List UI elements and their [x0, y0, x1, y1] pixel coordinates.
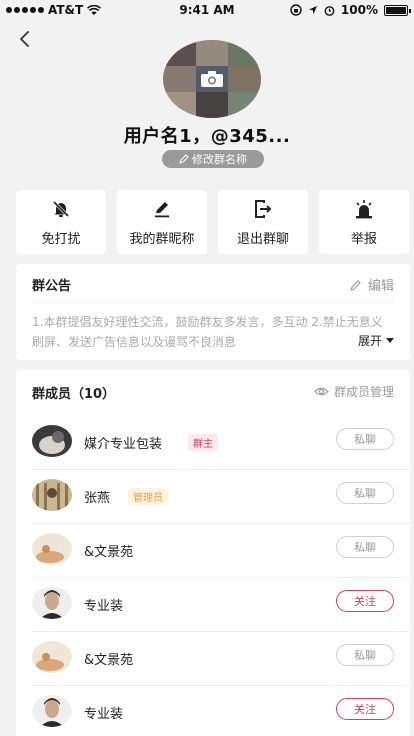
alarm-clock-icon	[324, 5, 335, 16]
divider	[32, 302, 394, 303]
notice-title: 群公告	[32, 279, 72, 294]
alarm-icon	[356, 199, 372, 218]
avatar[interactable]	[32, 587, 72, 619]
avatar[interactable]	[32, 533, 72, 565]
notice-edit-label: 编辑	[367, 279, 394, 294]
private-chat-button[interactable]: 私聊	[336, 482, 394, 504]
report-label: 举报	[350, 231, 377, 247]
edit-group-name-button[interactable]: 修改群名称	[162, 150, 264, 168]
pencil-icon	[155, 201, 169, 217]
notice-expand-label: 展开	[357, 334, 382, 348]
location-icon	[308, 6, 317, 14]
owner-badge: 群主	[188, 434, 218, 451]
my-nickname-button[interactable]: 我的群昵称	[117, 190, 207, 254]
edit-group-name-label: 修改群名称	[192, 153, 247, 166]
back-button[interactable]	[14, 28, 36, 50]
group-notice-card: 群公告 编辑 1.本群提倡友好理性交流，鼓励群友多发言，多互动 2.禁止无意义刷…	[16, 264, 410, 360]
bell-off-icon	[52, 200, 70, 217]
member-row[interactable]: &文景苑 私聊	[16, 632, 410, 686]
status-right: 100%	[290, 3, 411, 17]
exit-icon	[255, 199, 272, 218]
avatar[interactable]	[32, 479, 72, 511]
report-button[interactable]: 举报	[319, 190, 409, 254]
follow-button[interactable]: 关注	[336, 698, 394, 720]
member-row[interactable]: 媒介专业包装 群主 私聊	[16, 416, 410, 470]
member-name: 专业装	[84, 707, 124, 722]
eye-icon	[314, 387, 329, 396]
notice-edit-button[interactable]: 编辑	[350, 275, 394, 294]
battery-label: 100%	[340, 3, 378, 17]
camera-icon[interactable]	[200, 70, 224, 88]
member-name: 张燕	[84, 491, 111, 506]
mute-button[interactable]: 免打扰	[16, 190, 106, 254]
members-manage-button[interactable]: 群成员管理	[314, 383, 394, 400]
follow-button[interactable]: 关注	[336, 590, 394, 612]
lock-rotation-icon	[290, 4, 302, 16]
member-row[interactable]: 专业装 关注	[16, 578, 410, 632]
notice-text: 1.本群提倡友好理性交流，鼓励群友多发言，多互动 2.禁止无意义刷屏、发送广告信…	[32, 315, 383, 349]
member-row[interactable]: 张燕 管理员 私聊	[16, 470, 410, 524]
mute-label: 免打扰	[41, 231, 81, 247]
member-row[interactable]: &文景苑 私聊	[16, 524, 410, 578]
exit-group-label: 退出群聊	[236, 231, 289, 247]
avatar[interactable]	[32, 641, 72, 673]
battery-icon	[384, 4, 411, 16]
avatar[interactable]	[32, 695, 72, 727]
member-name: 媒介专业包装	[84, 437, 163, 452]
members-manage-label: 群成员管理	[333, 385, 394, 399]
private-chat-button[interactable]: 私聊	[336, 536, 394, 558]
members-card: 群成员（10） 群成员管理 媒介专业包装 群主 私聊 张燕 管理员 私聊 &文景…	[16, 370, 410, 736]
private-chat-button[interactable]: 私聊	[336, 428, 394, 450]
member-name: &文景苑	[84, 545, 134, 560]
pencil-icon	[179, 154, 189, 164]
exit-group-button[interactable]: 退出群聊	[218, 190, 308, 254]
members-title: 群成员（10）	[32, 387, 116, 402]
member-name: 专业装	[84, 599, 124, 614]
caret-down-icon	[386, 337, 394, 343]
pencil-icon	[350, 279, 361, 291]
member-row[interactable]: 专业装 关注	[16, 686, 410, 736]
my-nickname-label: 我的群昵称	[129, 231, 195, 247]
group-name: 用户名1，@345...	[123, 126, 291, 147]
member-name: &文景苑	[84, 653, 134, 668]
status-bar: AT&T 9:41 AM 100%	[0, 0, 414, 20]
avatar[interactable]	[32, 425, 72, 457]
private-chat-button[interactable]: 私聊	[336, 644, 394, 666]
admin-badge: 管理员	[128, 488, 168, 505]
notice-expand-button[interactable]: 展开	[351, 332, 394, 349]
